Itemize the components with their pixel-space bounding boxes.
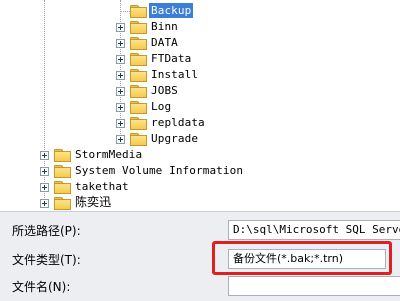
plus-expander-icon[interactable] — [116, 135, 125, 144]
file-type-label: 文件类型(T): — [12, 253, 81, 267]
tree-item-label: Log — [151, 100, 172, 113]
folder-icon — [130, 101, 147, 114]
folder-icon — [130, 117, 147, 130]
folder-icon — [130, 37, 147, 50]
plus-expander-icon[interactable] — [116, 39, 125, 48]
annotation-highlight-box — [212, 241, 392, 275]
file-name-label: 文件名(N): — [12, 280, 71, 294]
folder-icon — [54, 165, 71, 178]
folder-icon — [54, 149, 71, 162]
plus-expander-icon[interactable] — [116, 55, 125, 64]
plus-expander-icon[interactable] — [40, 199, 49, 208]
plus-expander-icon[interactable] — [116, 119, 125, 128]
file-name-input[interactable] — [228, 276, 400, 296]
tree-item-label: StormMedia — [75, 148, 143, 161]
plus-expander-icon[interactable] — [116, 71, 125, 80]
plus-expander-icon[interactable] — [40, 183, 49, 192]
folder-icon — [54, 181, 71, 194]
plus-expander-icon[interactable] — [40, 167, 49, 176]
plus-expander-icon[interactable] — [116, 103, 125, 112]
tree-item-label: Install — [151, 68, 199, 81]
tree-item-label: FTData — [151, 52, 192, 65]
folder-icon — [54, 197, 71, 210]
folder-icon — [130, 85, 147, 98]
tree-item-label: DATA — [151, 36, 178, 49]
folder-icon — [130, 133, 147, 146]
folder-icon — [130, 53, 147, 66]
folder-icon — [130, 5, 147, 18]
plus-expander-icon[interactable] — [116, 23, 125, 32]
plus-expander-icon[interactable] — [116, 87, 125, 96]
tree-item-label: System Volume Information — [75, 164, 244, 177]
tree-item-label: Backup — [149, 3, 194, 18]
tree-connector — [120, 11, 130, 12]
folder-tree[interactable]: Backup Binn DATA FTData Install JOBS Log… — [0, 0, 400, 211]
tree-item-label: Upgrade — [151, 132, 199, 145]
tree-item-label: Binn — [151, 20, 178, 33]
folder-icon — [130, 69, 147, 82]
selected-path-field[interactable]: D:\sql\Microsoft SQL Server\ — [228, 220, 400, 240]
tree-item-label: 陈奕迅 — [75, 195, 112, 209]
plus-expander-icon[interactable] — [40, 151, 49, 160]
tree-item-label: takethat — [75, 180, 129, 193]
tree-item-label: repldata — [151, 116, 205, 129]
folder-icon — [130, 21, 147, 34]
tree-item-label: JOBS — [151, 84, 178, 97]
selected-path-label: 所选路径(P): — [12, 224, 81, 238]
